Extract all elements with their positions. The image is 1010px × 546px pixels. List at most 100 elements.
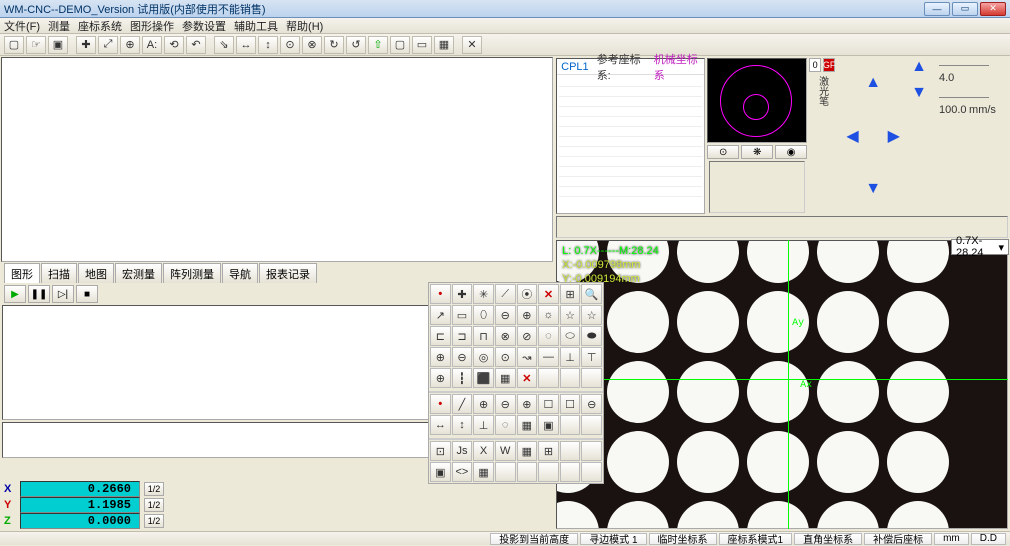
jog-down-icon[interactable]: ▼ (864, 163, 883, 214)
palette-tool-icon[interactable]: Js (452, 441, 473, 461)
tab-scan[interactable]: 扫描 (41, 263, 77, 283)
palette-tool-icon[interactable]: ◌ (538, 326, 559, 346)
palette-tool-icon[interactable]: ☐ (538, 394, 559, 414)
palette-tool-icon[interactable]: ― (538, 347, 559, 367)
tb-rect1-icon[interactable]: ▢ (390, 36, 410, 54)
palette-tool-icon[interactable]: ┇ (452, 368, 473, 388)
tb-up-icon[interactable]: ⇧ (368, 36, 388, 54)
menu-graphic[interactable]: 图形操作 (130, 18, 174, 34)
palette-tool-icon[interactable] (495, 462, 516, 482)
close-button[interactable] (980, 2, 1006, 16)
scope-btn2-icon[interactable]: ❋ (741, 145, 773, 159)
speed-slider-2[interactable] (939, 90, 989, 98)
tb-rect2-icon[interactable]: ▭ (412, 36, 432, 54)
tb-new-icon[interactable]: ▢ (4, 36, 24, 54)
palette-tool-icon[interactable]: ⊥ (473, 415, 494, 435)
palette-tool-icon[interactable]: ☆ (581, 305, 602, 325)
palette-tool-icon[interactable]: ⊖ (495, 305, 516, 325)
palette-tool-icon[interactable] (581, 462, 602, 482)
tb-redo-icon[interactable]: ↶ (186, 36, 206, 54)
palette-tool-icon[interactable]: ⊗ (495, 326, 516, 346)
palette-tool-icon[interactable]: ⊕ (473, 394, 494, 414)
palette-tool-icon[interactable]: ↕ (452, 415, 473, 435)
palette-tool-icon[interactable]: ▦ (473, 462, 494, 482)
tb-ccw-icon[interactable]: ↺ (346, 36, 366, 54)
tb-target-icon[interactable]: ⊕ (120, 36, 140, 54)
pause-button[interactable]: ❚❚ (28, 285, 50, 303)
y-half-button[interactable]: 1/2 (144, 498, 164, 512)
palette-tool-icon[interactable]: ⊖ (495, 394, 516, 414)
palette-tool-icon[interactable]: ⦿ (517, 284, 538, 304)
palette-tool-icon[interactable] (581, 368, 602, 388)
palette-tool-icon[interactable] (560, 368, 581, 388)
palette-tool-icon[interactable]: ✕ (517, 368, 538, 388)
palette-tool-icon[interactable]: ◎ (473, 347, 494, 367)
palette-tool-icon[interactable]: ✚ (452, 284, 473, 304)
palette-tool-icon[interactable]: ⊞ (538, 441, 559, 461)
palette-tool-icon[interactable]: ☆ (560, 305, 581, 325)
palette-tool-icon[interactable]: ↗ (430, 305, 451, 325)
status-rect[interactable]: 直角坐标系 (794, 533, 862, 545)
palette-tool-icon[interactable]: • (430, 394, 451, 414)
tab-map[interactable]: 地图 (78, 263, 114, 283)
status-project[interactable]: 投影到当前高度 (490, 533, 578, 545)
palette-tool-icon[interactable]: • (430, 284, 451, 304)
cpl-list[interactable] (557, 75, 704, 199)
palette-tool-icon[interactable]: ☼ (538, 305, 559, 325)
maximize-button[interactable] (952, 2, 978, 16)
palette-tool-icon[interactable] (538, 368, 559, 388)
menu-tools[interactable]: 辅助工具 (234, 18, 278, 34)
tb-grid-icon[interactable]: ▦ (434, 36, 454, 54)
menu-params[interactable]: 参数设置 (182, 18, 226, 34)
scope-btn3-icon[interactable]: ◉ (775, 145, 807, 159)
tb-move-icon[interactable]: ✚ (76, 36, 96, 54)
palette-tool-icon[interactable]: ⬯ (473, 305, 494, 325)
palette-tool-icon[interactable]: ⬭ (560, 326, 581, 346)
tb-arrow-icon[interactable]: ⇘ (214, 36, 234, 54)
menu-measure[interactable]: 测量 (48, 18, 70, 34)
play-button[interactable]: ▶ (4, 285, 26, 303)
tb-undo-icon[interactable]: ⟲ (164, 36, 184, 54)
palette-tool-icon[interactable]: ⊖ (452, 347, 473, 367)
palette-tool-icon[interactable]: ▭ (452, 305, 473, 325)
scope-view[interactable] (707, 58, 807, 143)
palette-tool-icon[interactable] (560, 441, 581, 461)
palette-tool-icon[interactable]: 🔍 (581, 284, 602, 304)
speed-slider-1[interactable] (939, 58, 989, 66)
palette-tool-icon[interactable]: ▣ (538, 415, 559, 435)
x-half-button[interactable]: 1/2 (144, 482, 164, 496)
palette-tool-icon[interactable]: ⬛ (473, 368, 494, 388)
palette-tool-icon[interactable]: ⟋ (495, 284, 516, 304)
jog-z-down-icon[interactable]: ▼ (911, 84, 927, 102)
tab-nav[interactable]: 导航 (222, 263, 258, 283)
palette-tool-icon[interactable] (581, 441, 602, 461)
palette-tool-icon[interactable]: ⊞ (560, 284, 581, 304)
jog-right-icon[interactable]: ▶ (884, 111, 903, 162)
tb-h-icon[interactable]: ↔ (236, 36, 256, 54)
tb-zoom-icon[interactable]: ⤢ (98, 36, 118, 54)
tb-cw-icon[interactable]: ↻ (324, 36, 344, 54)
palette-tool-icon[interactable]: ↔ (430, 415, 451, 435)
palette-tool-icon[interactable]: ↝ (517, 347, 538, 367)
jog-zero[interactable]: 0 (809, 58, 821, 72)
palette-tool-icon[interactable]: X (473, 441, 494, 461)
palette-tool-icon[interactable]: ▦ (517, 441, 538, 461)
palette-tool-icon[interactable]: ⊙ (495, 347, 516, 367)
palette-tool-icon[interactable]: ⊕ (430, 347, 451, 367)
palette-tool-icon[interactable]: ⊐ (452, 326, 473, 346)
tab-report[interactable]: 报表记录 (259, 263, 317, 283)
tab-array[interactable]: 阵列测量 (163, 263, 221, 283)
palette-tool-icon[interactable] (517, 462, 538, 482)
palette-tool-icon[interactable]: ⊓ (473, 326, 494, 346)
status-coordmode[interactable]: 座标系模式1 (719, 533, 793, 545)
jog-gf[interactable]: GF (823, 58, 835, 72)
tb-dot-icon[interactable]: ⊙ (280, 36, 300, 54)
stop-button[interactable]: ■ (76, 285, 98, 303)
palette-tool-icon[interactable]: ⊖ (581, 394, 602, 414)
tb-text-icon[interactable]: A: (142, 36, 162, 54)
palette-tool-icon[interactable] (560, 415, 581, 435)
status-unit[interactable]: mm (934, 533, 969, 545)
palette-tool-icon[interactable] (581, 415, 602, 435)
palette-tool-icon[interactable]: ▦ (517, 415, 538, 435)
status-edge[interactable]: 寻边模式 1 (580, 533, 646, 545)
